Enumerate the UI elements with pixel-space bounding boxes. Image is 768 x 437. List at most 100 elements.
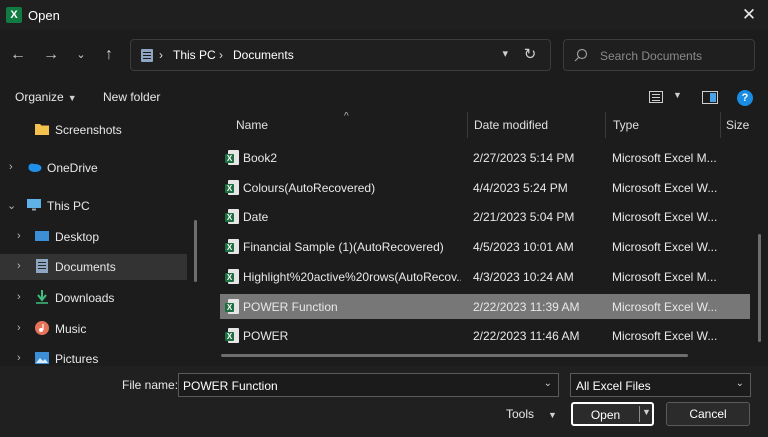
excel-icon: X xyxy=(6,7,22,23)
sidebar-item-label: Pictures xyxy=(55,352,99,366)
file-name: Highlight%20active%20rows(AutoRecov... xyxy=(243,270,461,284)
file-name: Financial Sample (1)(AutoRecovered) xyxy=(243,240,444,254)
chevron-down-icon[interactable]: ⌄ xyxy=(70,44,92,66)
file-row[interactable]: X Highlight%20active%20rows(AutoRecov...… xyxy=(220,264,750,289)
sidebar-item-label: This PC xyxy=(47,199,90,213)
open-label[interactable]: Open xyxy=(573,408,638,422)
column-divider[interactable] xyxy=(720,112,721,138)
column-header-row: ^ Name Date modified Type Size xyxy=(205,112,768,138)
chevron-right-icon[interactable]: › xyxy=(9,161,13,173)
chevron-down-icon[interactable]: ⌄ xyxy=(7,199,16,212)
search-input[interactable] xyxy=(600,47,750,65)
excel-file-icon: X xyxy=(225,180,239,195)
dialog-footer: File name: ⌄ All Excel Files ⌄ Tools ▼ Op… xyxy=(0,366,768,437)
sidebar-item-this-pc[interactable]: ⌄ This PC xyxy=(0,193,187,219)
view-options-button[interactable]: ▼ xyxy=(649,89,685,107)
file-type-filter[interactable]: All Excel Files ⌄ xyxy=(570,373,751,397)
breadcrumb-separator: › xyxy=(219,48,223,62)
breadcrumb-documents[interactable]: Documents xyxy=(233,48,294,62)
file-type: Microsoft Excel W... xyxy=(612,181,718,195)
navigation-bar: ← → ⌄ ↑ › This PC › Documents ▾ ↻ xyxy=(0,30,768,82)
file-date: 2/21/2023 5:04 PM xyxy=(473,210,575,224)
address-bar[interactable]: › This PC › Documents ▾ ↻ xyxy=(130,39,551,71)
file-type: Microsoft Excel M... xyxy=(612,270,717,284)
search-box[interactable] xyxy=(563,39,755,71)
split-divider xyxy=(639,406,640,422)
file-row[interactable]: X Book2 2/27/2023 5:14 PM Microsoft Exce… xyxy=(220,145,750,170)
close-icon[interactable]: ✕ xyxy=(738,4,760,26)
arrow-left-icon[interactable]: ← xyxy=(7,44,29,66)
sidebar-item-desktop[interactable]: › Desktop xyxy=(0,224,187,250)
sidebar-item-screenshots[interactable]: Screenshots xyxy=(0,117,187,143)
column-divider[interactable] xyxy=(605,112,606,138)
file-type: Microsoft Excel W... xyxy=(612,240,718,254)
cancel-button[interactable]: Cancel xyxy=(666,402,750,426)
refresh-icon[interactable]: ↻ xyxy=(520,45,540,65)
arrow-right-icon[interactable]: → xyxy=(40,44,62,66)
title-bar: X Open ✕ xyxy=(0,0,768,30)
open-button[interactable]: Open ▼ xyxy=(571,402,654,426)
arrow-up-icon[interactable]: ↑ xyxy=(98,44,120,66)
tools-button[interactable]: Tools ▼ xyxy=(506,407,557,421)
breadcrumb-separator: › xyxy=(159,48,163,62)
file-date: 4/3/2023 10:24 AM xyxy=(473,270,574,284)
column-header-type[interactable]: Type xyxy=(613,118,639,132)
chevron-down-icon: ⌄ xyxy=(735,378,744,389)
preview-pane-icon[interactable] xyxy=(702,91,718,104)
organize-label: Organize xyxy=(15,90,64,104)
column-header-size[interactable]: Size xyxy=(726,118,749,132)
file-row[interactable]: X Date 2/21/2023 5:04 PM Microsoft Excel… xyxy=(220,204,750,229)
breadcrumb-this-pc[interactable]: This PC xyxy=(173,48,216,62)
window-title: Open xyxy=(28,8,60,23)
chevron-right-icon[interactable]: › xyxy=(17,260,21,272)
caret-down-icon[interactable]: ▼ xyxy=(642,407,651,417)
new-folder-button[interactable]: New folder xyxy=(103,90,160,104)
organize-button[interactable]: Organize ▼ xyxy=(15,90,77,104)
sidebar-item-onedrive[interactable]: › OneDrive xyxy=(0,155,187,181)
file-row[interactable]: X Colours(AutoRecovered) 4/4/2023 5:24 P… xyxy=(220,175,750,200)
sidebar-item-music[interactable]: › Music xyxy=(0,316,187,342)
chevron-down-icon[interactable]: ▾ xyxy=(502,47,508,60)
file-date: 2/27/2023 5:14 PM xyxy=(473,151,575,165)
music-icon xyxy=(35,321,49,335)
excel-file-icon: X xyxy=(225,150,239,165)
file-name-input[interactable] xyxy=(183,378,523,394)
file-row[interactable]: X POWER 2/22/2023 11:46 AM Microsoft Exc… xyxy=(220,323,750,348)
sidebar-item-pictures[interactable]: › Pictures xyxy=(0,346,187,366)
sort-ascending-icon: ^ xyxy=(344,112,349,122)
file-name: POWER xyxy=(243,329,289,343)
chevron-right-icon[interactable]: › xyxy=(17,291,21,303)
caret-down-icon: ▼ xyxy=(673,90,682,100)
file-name-combobox[interactable]: ⌄ xyxy=(178,373,559,397)
file-date: 2/22/2023 11:46 AM xyxy=(473,329,580,343)
file-type: Microsoft Excel W... xyxy=(612,329,718,343)
file-date: 2/22/2023 11:39 AM xyxy=(473,300,580,314)
sidebar-item-downloads[interactable]: › Downloads xyxy=(0,285,187,311)
horizontal-scrollbar[interactable] xyxy=(221,354,688,357)
column-header-name[interactable]: Name xyxy=(236,118,268,132)
sidebar-item-label: Screenshots xyxy=(55,123,122,137)
column-divider[interactable] xyxy=(467,112,468,138)
column-header-date[interactable]: Date modified xyxy=(474,118,548,132)
help-icon[interactable]: ? xyxy=(737,90,753,106)
file-date: 4/5/2023 10:01 AM xyxy=(473,240,574,254)
chevron-down-icon[interactable]: ⌄ xyxy=(544,378,552,389)
file-type: Microsoft Excel W... xyxy=(612,210,718,224)
pictures-icon xyxy=(35,352,49,364)
caret-down-icon: ▼ xyxy=(67,93,77,103)
file-row-selected[interactable]: X POWER Function 2/22/2023 11:39 AM Micr… xyxy=(220,294,750,319)
tools-label: Tools xyxy=(506,407,535,421)
sidebar-item-documents[interactable]: › Documents xyxy=(0,254,187,280)
sidebar-item-label: Music xyxy=(55,322,87,336)
vertical-scrollbar[interactable] xyxy=(758,234,761,342)
desktop-icon xyxy=(35,231,49,241)
sidebar-item-label: Downloads xyxy=(55,291,115,305)
file-name: POWER Function xyxy=(243,300,338,314)
documents-icon xyxy=(36,259,48,273)
chevron-right-icon[interactable]: › xyxy=(17,230,21,242)
sidebar-scrollbar[interactable] xyxy=(194,220,197,282)
chevron-right-icon[interactable]: › xyxy=(17,352,21,364)
file-row[interactable]: X Financial Sample (1)(AutoRecovered) 4/… xyxy=(220,234,750,259)
chevron-right-icon[interactable]: › xyxy=(17,322,21,334)
file-name: Book2 xyxy=(243,151,278,165)
